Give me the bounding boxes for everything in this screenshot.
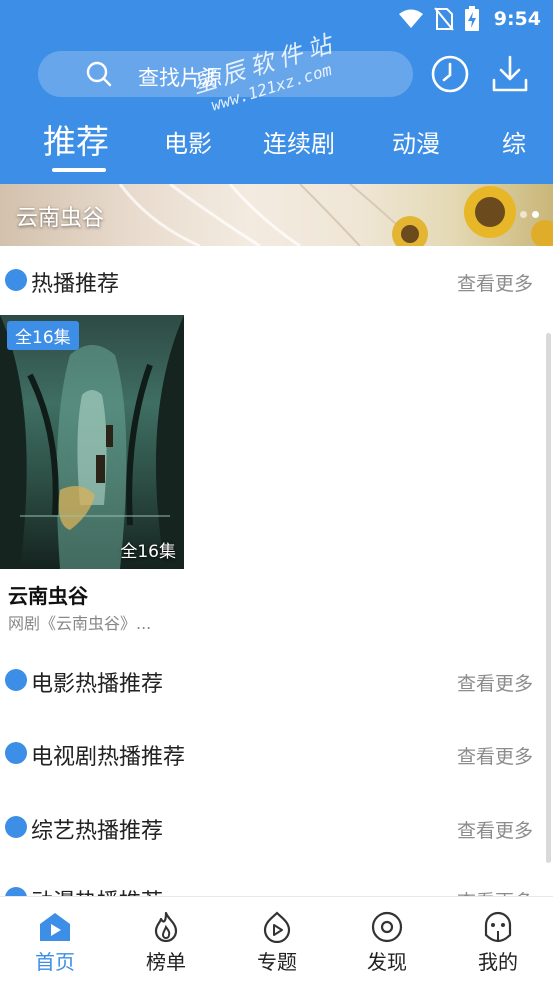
banner-title: 云南虫谷 (16, 206, 105, 231)
topic-play-icon (263, 911, 291, 943)
history-clock-icon[interactable] (430, 54, 470, 94)
wifi-icon (398, 9, 423, 28)
home-icon (40, 913, 70, 941)
status-bar: 9:54 (0, 0, 553, 38)
see-more-link[interactable]: 查看更多 (457, 669, 533, 696)
flame-icon (154, 911, 178, 943)
section-tv: 电视剧热播推荐 查看更多 (0, 733, 553, 773)
section-title: 综艺热播推荐 (31, 819, 164, 844)
see-more-link[interactable]: 查看更多 (457, 269, 533, 296)
status-icons: 9:54 (398, 6, 541, 32)
poster-artwork (0, 315, 184, 569)
nav-profile[interactable]: 我的 (458, 911, 538, 975)
nav-ranking[interactable]: 榜单 (126, 911, 206, 975)
carousel-dot-active (532, 211, 539, 218)
app-header: 9:54 查找片源 星辰软件站 www.121xz.com 推荐 电影 连续剧 … (0, 0, 553, 184)
section-variety: 综艺热播推荐 查看更多 (0, 807, 553, 847)
search-row: 查找片源 (0, 50, 553, 100)
section-title: 热播推荐 (31, 272, 120, 297)
status-time: 9:54 (493, 8, 541, 30)
episode-badge: 全16集 (7, 321, 79, 350)
section-bullet (5, 816, 27, 838)
profile-icon (484, 911, 512, 943)
section-title: 电影热播推荐 (31, 672, 164, 697)
poster-image: 全16集 全16集 (0, 315, 184, 569)
tab-movie[interactable]: 电影 (164, 124, 212, 159)
carousel-indicator (520, 211, 539, 218)
nav-label: 榜单 (146, 950, 186, 974)
nav-label: 首页 (35, 950, 75, 974)
scrollbar[interactable] (546, 333, 551, 863)
section-bullet (5, 269, 27, 291)
search-icon (86, 61, 112, 87)
card-subtitle: 网剧《云南虫谷》... (8, 614, 152, 633)
section-title: 电视剧热播推荐 (31, 745, 186, 770)
nav-label: 我的 (478, 950, 518, 974)
nav-discover[interactable]: 发现 (347, 911, 427, 975)
discover-icon (371, 911, 403, 943)
nav-topics[interactable]: 专题 (237, 911, 317, 975)
tab-series[interactable]: 连续剧 (263, 124, 335, 159)
download-icon[interactable] (490, 54, 530, 94)
card-title: 云南虫谷 (8, 584, 88, 608)
section-bullet (5, 669, 27, 691)
battery-charging-icon (464, 6, 479, 31)
carousel-dot (520, 211, 527, 218)
section-movie: 电影热播推荐 查看更多 (0, 660, 553, 700)
category-tabs: 推荐 电影 连续剧 动漫 综 (0, 110, 553, 176)
section-hot: 热播推荐 查看更多 (0, 260, 553, 300)
see-more-link[interactable]: 查看更多 (457, 742, 533, 769)
tab-variety[interactable]: 综 (502, 124, 526, 159)
see-more-link[interactable]: 查看更多 (457, 816, 533, 843)
bottom-nav: 首页 榜单 专题 发现 我的 (0, 896, 553, 983)
banner-carousel[interactable]: 云南虫谷 (0, 184, 553, 246)
nav-label: 发现 (367, 950, 407, 974)
no-sim-icon (433, 7, 454, 31)
section-bullet (5, 742, 27, 764)
active-tab-indicator (52, 168, 106, 172)
episode-count: 全16集 (120, 542, 176, 562)
tab-recommend[interactable]: 推荐 (43, 115, 109, 163)
tab-anime[interactable]: 动漫 (392, 124, 440, 159)
nav-label: 专题 (257, 950, 297, 974)
nav-home[interactable]: 首页 (15, 911, 95, 975)
search-placeholder: 查找片源 (138, 66, 222, 90)
search-input[interactable]: 查找片源 (38, 51, 413, 97)
